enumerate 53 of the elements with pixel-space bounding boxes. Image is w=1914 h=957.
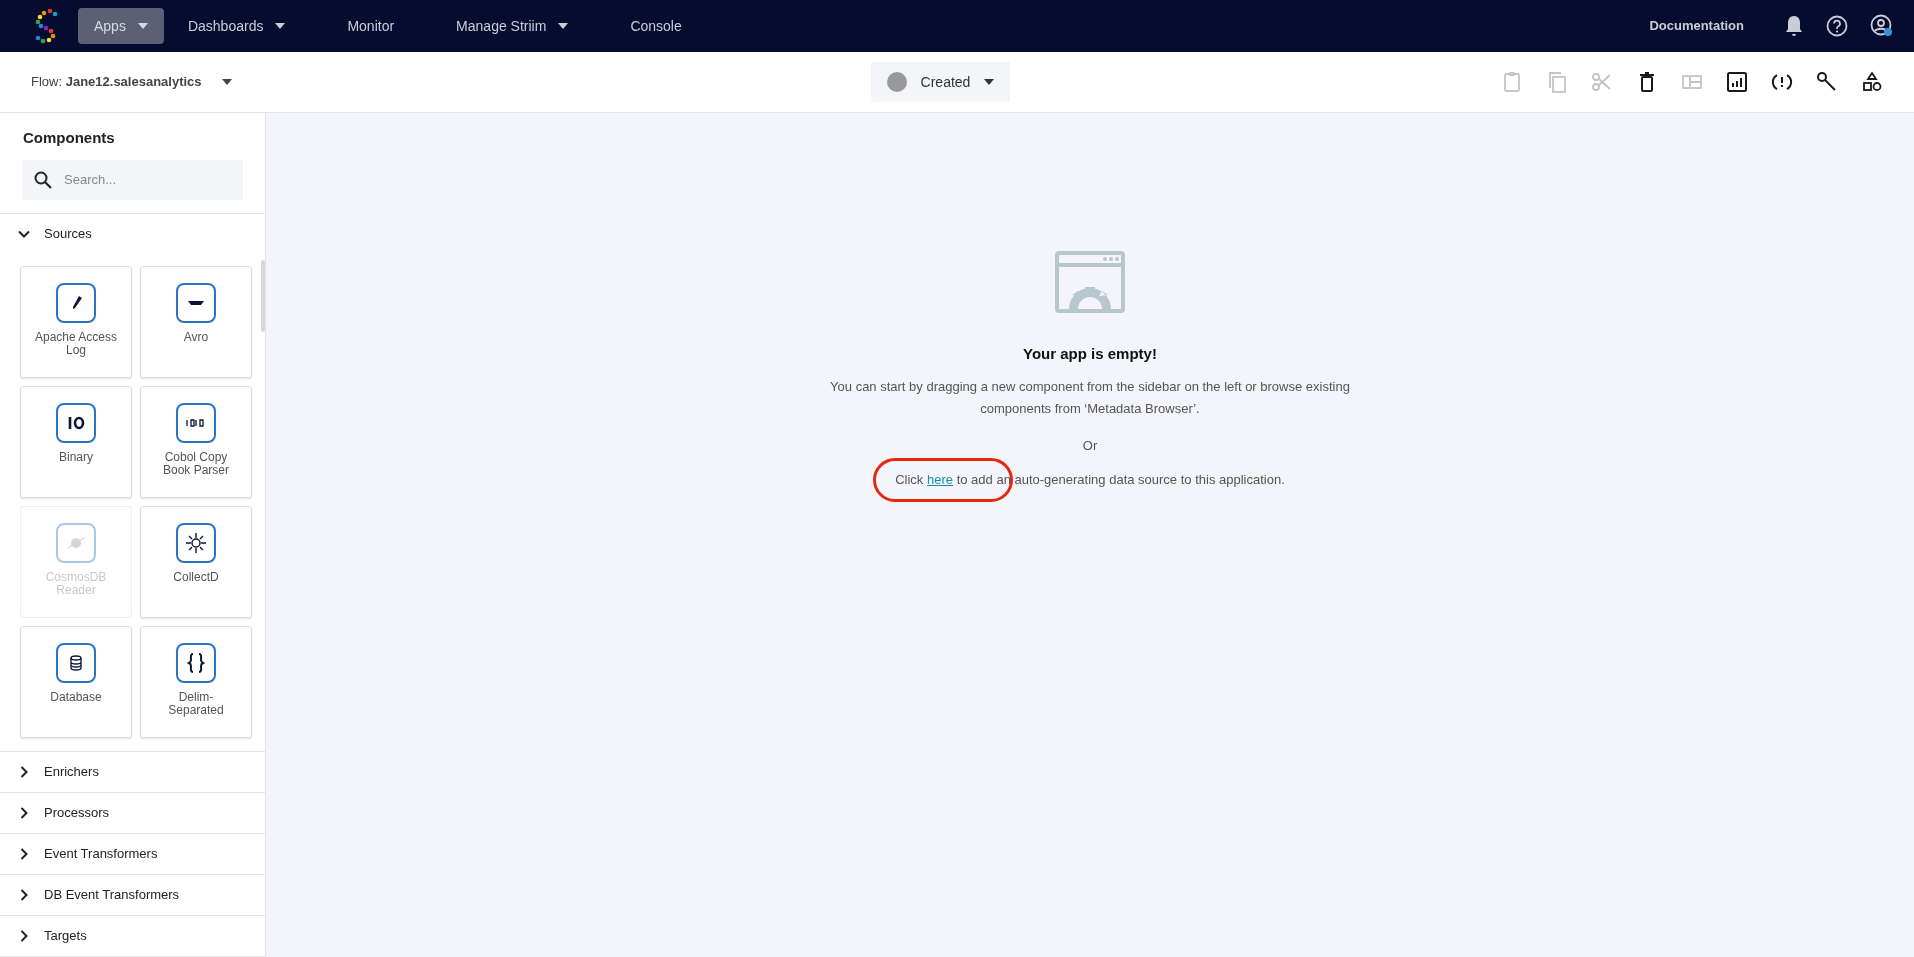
braces-icon [176,642,216,683]
sun-icon [176,522,216,563]
nav-tab[interactable]: Monitor [331,8,411,44]
component-tile[interactable]: Binary [20,385,132,498]
caret-icon [137,23,148,29]
bell-icon[interactable] [1784,15,1804,37]
auto-source-message: Click here to add an auto-generating data source to this application. [895,471,1285,489]
caret-icon [558,23,569,29]
section-header[interactable]: Processors [0,793,265,833]
section-header[interactable]: DB Event Transformers [0,875,265,915]
component-tile[interactable]: Apache Access Log [20,265,132,378]
section-header[interactable]: Targets [0,916,265,956]
chevron-icon [18,930,30,942]
nav-tab[interactable]: Dashboards [171,8,302,44]
chevron-icon [18,766,30,778]
section-header[interactable]: Enrichers [0,752,265,792]
section-header[interactable]: Sources [0,213,265,254]
or-text: Or [1082,436,1098,455]
shapes-icon[interactable] [1860,70,1884,94]
database-icon [56,642,96,683]
chevron-icon [18,848,30,860]
section-header[interactable]: Event Transformers [0,834,265,874]
flow-selector[interactable]: Flow: Jane12.salesanalytics [31,72,531,92]
chevron-icon [18,807,30,819]
cobol-icon [176,402,216,443]
caret-icon [984,79,995,85]
chart-icon[interactable] [1725,70,1749,94]
help-icon[interactable] [1826,15,1848,37]
sidebar-title: Components [22,128,116,148]
nav-tab[interactable]: Console [614,8,698,44]
status-dot-icon [886,72,907,92]
search-icon [34,170,52,189]
binary-icon [56,402,96,443]
search-field[interactable]: Search... [22,159,243,200]
empty-app-icon [1055,251,1125,313]
caret-icon [275,23,286,29]
component-tile[interactable]: Delim-Separated [140,625,252,738]
planet-icon [56,522,96,563]
component-tile[interactable]: Database [20,625,132,738]
caret-icon [221,79,232,85]
empty-message: You can start by dragging a new component from the sidebar on the left or browse existing components from ‘Metadata Browser’. [829,377,1351,418]
component-tile[interactable]: CollectD [140,505,252,618]
component-tile[interactable]: Cobol Copy Book Parser [140,385,252,498]
component-tile[interactable]: Avro [140,265,252,378]
nav-tab[interactable]: Apps [78,8,164,44]
nav-tab[interactable]: Manage Striim [440,8,585,44]
empty-title: Your app is empty! [1023,344,1157,364]
chevron-icon [18,889,30,901]
pen-icon [56,282,96,323]
status-dropdown[interactable]: Created [870,62,1011,102]
scrollbar[interactable] [261,259,265,332]
documentation-link[interactable]: Documentation [1649,16,1744,36]
user-account-icon[interactable] [1870,14,1894,38]
